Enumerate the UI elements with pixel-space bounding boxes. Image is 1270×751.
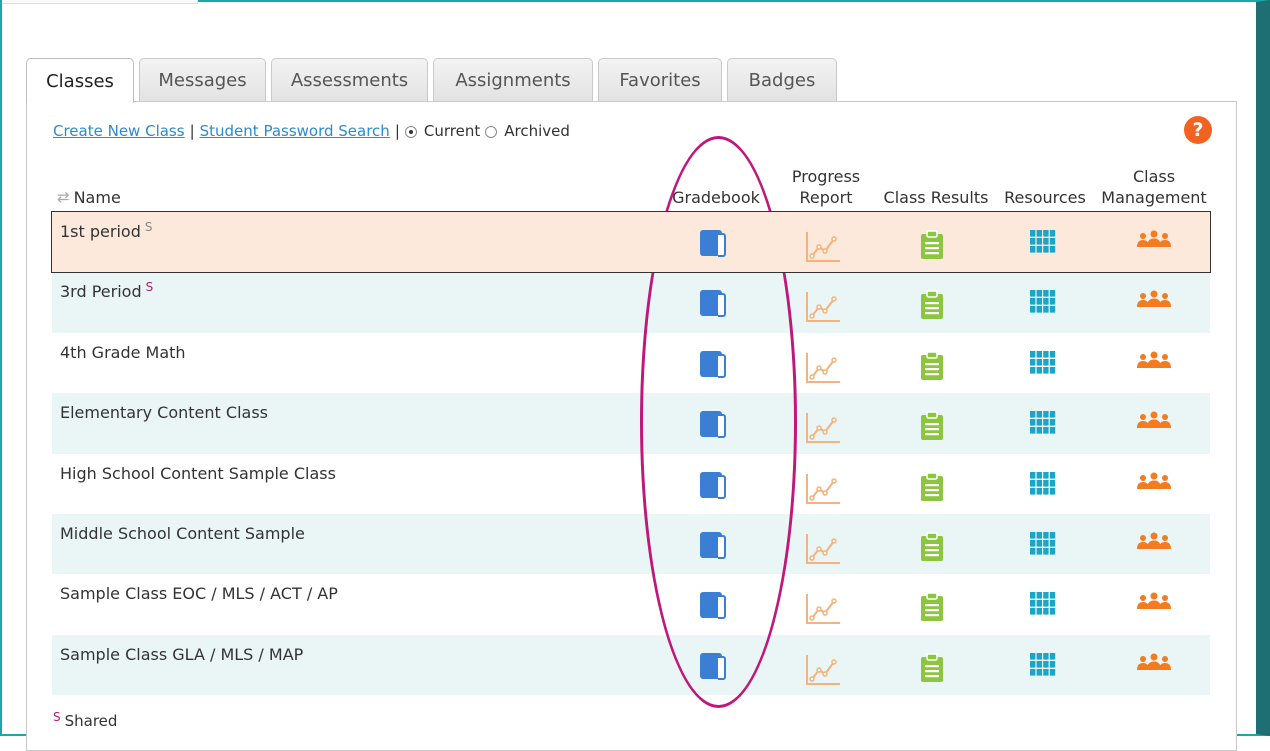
grid-icon[interactable] xyxy=(1030,652,1058,681)
tab-classes[interactable]: Classes xyxy=(26,58,134,103)
clipboard-icon[interactable] xyxy=(920,532,948,561)
group-people-icon[interactable] xyxy=(1136,290,1171,318)
tab-bar: Classes Messages Assessments Assignments… xyxy=(26,58,837,103)
class-toolbar: Create New Class | Student Password Sear… xyxy=(53,122,570,140)
clipboard-icon[interactable] xyxy=(920,652,948,682)
class-name[interactable]: High School Content Sample Class xyxy=(60,464,336,483)
grid-icon[interactable] xyxy=(1030,471,1058,500)
tab-assessments[interactable]: Assessments xyxy=(271,58,428,102)
grid-icon[interactable] xyxy=(1030,592,1058,620)
class-name[interactable]: 4th Grade Math xyxy=(60,343,186,362)
grid-icon[interactable] xyxy=(1030,531,1058,560)
shared-marker: S xyxy=(144,220,153,234)
clipboard-icon[interactable] xyxy=(920,592,948,622)
progress-chart-icon[interactable] xyxy=(804,351,840,383)
top-bar-stub xyxy=(2,0,198,4)
gradebook-book-icon[interactable] xyxy=(700,471,728,500)
gradebook-book-icon[interactable] xyxy=(700,230,728,258)
column-header-name[interactable]: ⇄ Name xyxy=(57,187,121,208)
progress-chart-icon[interactable] xyxy=(804,592,840,625)
class-row[interactable]: High School Content Sample Class xyxy=(52,454,1210,514)
progress-chart-icon[interactable] xyxy=(804,411,840,444)
gradebook-book-icon[interactable] xyxy=(700,531,728,560)
clipboard-icon[interactable] xyxy=(920,471,948,501)
class-list: 1st period S 3rd Period S 4th Grade Math Elem… xyxy=(51,210,1211,696)
class-name-label: Sample Class GLA / MLS / MAP xyxy=(60,644,304,664)
column-header-resources: Resources xyxy=(1004,188,1086,207)
grid-icon[interactable] xyxy=(1030,290,1058,318)
class-row[interactable]: 3rd Period S xyxy=(52,272,1210,333)
group-people-icon[interactable] xyxy=(1136,351,1171,379)
progress-chart-icon[interactable] xyxy=(804,653,840,685)
radio-current[interactable] xyxy=(404,126,417,138)
tab-assignments[interactable]: Assignments xyxy=(433,58,593,102)
column-header-class-results: Class Results xyxy=(883,188,989,207)
group-people-icon[interactable] xyxy=(1136,411,1171,439)
gradebook-book-icon[interactable] xyxy=(700,592,728,620)
clipboard-icon[interactable] xyxy=(920,351,948,380)
toolbar-separator: | xyxy=(394,122,400,140)
sort-icon[interactable]: ⇄ xyxy=(57,187,70,208)
gradebook-book-icon[interactable] xyxy=(700,411,728,439)
clipboard-icon[interactable] xyxy=(920,411,948,441)
create-new-class-link[interactable]: Create New Class xyxy=(53,122,185,140)
tab-badges[interactable]: Badges xyxy=(727,58,837,102)
group-people-icon[interactable] xyxy=(1136,472,1171,500)
class-name[interactable]: Middle School Content Sample xyxy=(60,524,305,543)
class-name-label: High School Content Sample Class xyxy=(60,463,336,483)
class-name[interactable]: Sample Class EOC / MLS / ACT / AP xyxy=(60,584,338,603)
class-row[interactable]: Sample Class EOC / MLS / ACT / AP xyxy=(52,574,1210,634)
grid-icon[interactable] xyxy=(1030,411,1058,439)
shared-legend-label: Shared xyxy=(64,712,118,730)
toolbar-separator: | xyxy=(189,122,195,140)
student-password-search-link[interactable]: Student Password Search xyxy=(200,122,390,140)
shared-marker: S xyxy=(53,710,61,724)
progress-chart-icon[interactable] xyxy=(804,472,840,504)
column-header-class-management: Class Management xyxy=(1101,167,1207,207)
class-row[interactable]: Sample Class GLA / MLS / MAP xyxy=(52,634,1210,696)
clipboard-icon[interactable] xyxy=(920,290,948,320)
clipboard-icon[interactable] xyxy=(920,230,948,259)
class-name-label: 1st period xyxy=(60,222,141,241)
class-row[interactable]: Middle School Content Sample xyxy=(52,513,1210,575)
radio-archived-label: Archived xyxy=(504,122,570,140)
gradebook-book-icon[interactable] xyxy=(700,290,728,318)
group-people-icon[interactable] xyxy=(1136,230,1171,258)
class-row[interactable]: 1st period S xyxy=(51,210,1211,274)
tab-favorites[interactable]: Favorites xyxy=(598,58,722,102)
class-name-label: Elementary Content Class xyxy=(60,403,268,423)
class-name[interactable]: 1st period S xyxy=(60,220,153,241)
gradebook-book-icon[interactable] xyxy=(700,350,728,379)
shared-marker: S xyxy=(145,280,154,295)
class-name-label: Middle School Content Sample xyxy=(60,523,305,543)
class-name[interactable]: Elementary Content Class xyxy=(60,403,268,422)
progress-chart-icon[interactable] xyxy=(804,290,840,323)
tab-messages[interactable]: Messages xyxy=(139,58,266,102)
group-people-icon[interactable] xyxy=(1136,653,1171,681)
column-header-name-label: Name xyxy=(73,188,121,207)
class-row[interactable]: 4th Grade Math xyxy=(52,333,1210,393)
class-name-label: 3rd Period xyxy=(60,282,142,302)
gradebook-book-icon[interactable] xyxy=(700,652,728,681)
class-row[interactable]: Elementary Content Class xyxy=(52,393,1210,454)
progress-chart-icon[interactable] xyxy=(804,532,840,564)
column-header-gradebook: Gradebook xyxy=(672,188,760,207)
class-name-label: Sample Class EOC / MLS / ACT / AP xyxy=(60,584,338,604)
radio-archived[interactable] xyxy=(485,126,498,138)
shared-legend: S Shared xyxy=(53,710,118,730)
group-people-icon[interactable] xyxy=(1136,592,1171,620)
help-icon[interactable]: ? xyxy=(1184,116,1212,144)
grid-icon[interactable] xyxy=(1030,350,1058,379)
class-name[interactable]: Sample Class GLA / MLS / MAP xyxy=(60,645,303,664)
column-header-progress-report: Progress Report xyxy=(791,167,861,207)
progress-chart-icon[interactable] xyxy=(804,230,840,262)
grid-icon[interactable] xyxy=(1030,230,1058,258)
radio-current-label: Current xyxy=(423,122,481,140)
class-name-label: 4th Grade Math xyxy=(60,342,186,362)
class-name[interactable]: 3rd Period S xyxy=(60,280,154,302)
group-people-icon[interactable] xyxy=(1136,532,1171,560)
